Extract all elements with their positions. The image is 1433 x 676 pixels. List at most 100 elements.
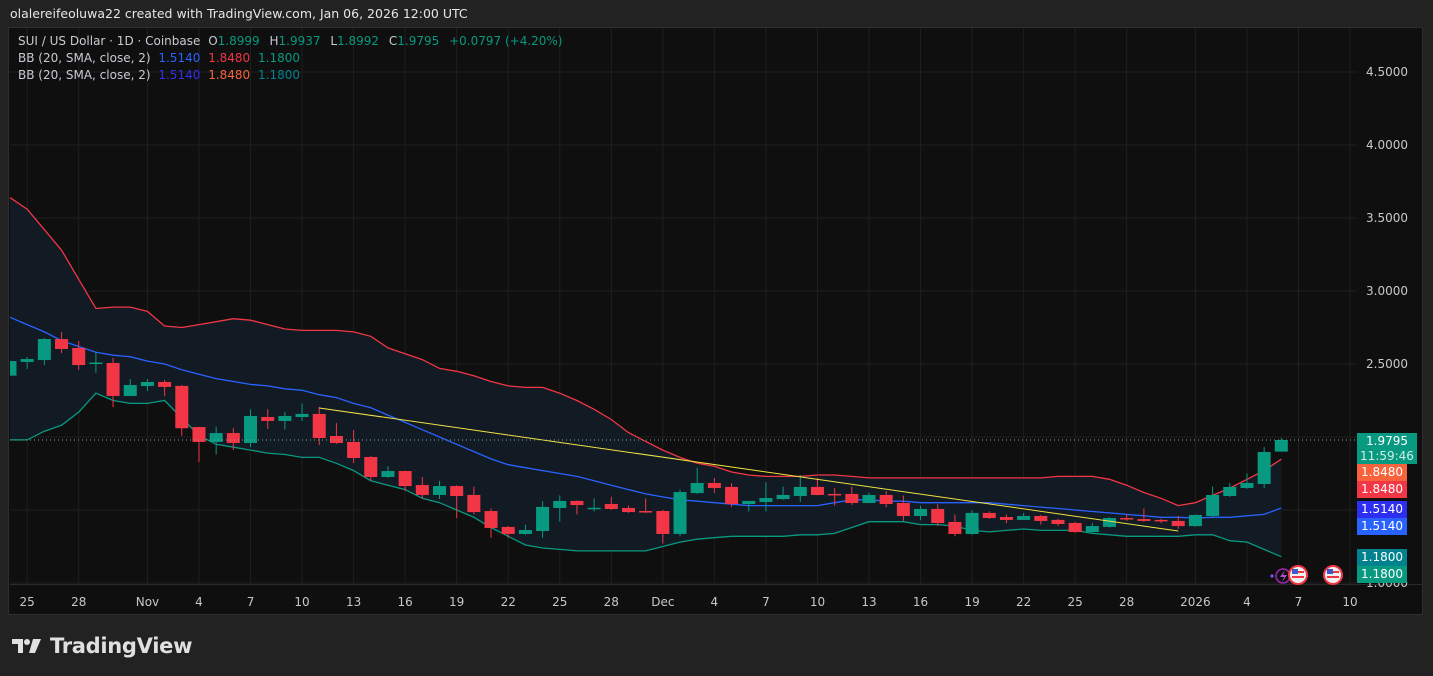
lightning-icon-bolt [1280,570,1287,582]
candle-body [415,485,429,495]
candle-body [226,433,240,443]
candle-body [1120,518,1134,520]
candle-body [536,506,550,532]
candle-body [140,381,154,387]
candle-body [742,500,756,505]
candle-body [1171,520,1185,527]
low-value: 1.8992 [337,34,380,48]
candle-body [55,339,69,349]
time-tick-label: 10 [1342,595,1357,609]
candle-body [656,511,670,534]
candle-body [467,494,481,513]
candle-body [879,494,893,505]
bb-basis-value: 1.5140 [158,51,201,65]
tradingview-logo[interactable]: TradingView [12,634,192,658]
time-tick-label: 4 [1243,595,1251,609]
high-value: 1.9937 [278,34,321,48]
candle-body [1257,452,1271,485]
candle-body [20,359,34,362]
time-tick-label: 19 [964,595,979,609]
candle-body [896,502,910,516]
candle-body [329,435,343,443]
indicator-name[interactable]: BB (20, SMA, close, 2) [18,51,151,65]
time-tick-label: 13 [861,595,876,609]
indicator-legend-bb-1[interactable]: BB (20, SMA, close, 2) 1.5140 1.8480 1.1… [18,51,304,65]
event-markers [1270,565,1343,585]
bb-lower-value: 1.1800 [258,68,301,82]
candle-body [914,508,928,516]
candle-body [1188,514,1202,527]
bar-countdown: 11:59:46 [1360,449,1414,463]
candle-body [707,482,721,488]
indicator-name[interactable]: BB (20, SMA, close, 2) [18,68,151,82]
time-tick-label: 28 [71,595,86,609]
bb-lower-value: 1.1800 [258,51,301,65]
us-flag-stripe [1327,576,1339,578]
candle [10,361,17,376]
candle-body [587,507,601,510]
candle-body [1034,515,1048,521]
time-tick-label: 16 [397,595,412,609]
bb-upper-badge-2: 1.8480 [1357,464,1407,481]
candle-body [1068,522,1082,533]
lightning-icon [1270,568,1291,584]
candle-body [673,492,687,534]
candlestick-chart[interactable]: 4.50004.00003.50003.00002.50001.0000 25 2… [0,0,1433,676]
candle-body [639,511,653,513]
time-tick-label: 7 [247,595,255,609]
candle-body [312,413,326,439]
price-tick-label: 3.5000 [1366,211,1408,225]
bb-basis-value: 1.5140 [158,68,201,82]
bb-lower-badge-2: 1.1800 [1357,549,1407,566]
candle-body [158,381,172,387]
candle-body [1137,519,1151,521]
symbol-title[interactable]: SUI / US Dollar · 1D · Coinbase [18,34,200,48]
time-tick-label: 4 [711,595,719,609]
price-tick-label: 4.0000 [1366,138,1408,152]
candle-body [1240,482,1254,488]
us-flag-canton [1292,569,1298,574]
price-tick-label: 2.5000 [1366,357,1408,371]
candle-body [433,486,446,495]
time-tick-label: 22 [1016,595,1031,609]
candle-body [518,530,532,534]
candle-body [244,415,258,443]
last-price-badge: 1.9795 11:59:46 [1357,433,1417,464]
time-tick-label: 2026 [1180,595,1211,609]
candle-body [1223,486,1237,496]
candle-body [89,362,103,365]
candle-body [278,415,292,421]
open-value: 1.8999 [217,34,260,48]
candle-body [810,486,824,495]
candle [1103,517,1117,528]
us-flag-icon [1323,565,1343,585]
candle-body [1085,526,1099,533]
candle-body [175,385,189,429]
price-tick-label: 4.5000 [1366,65,1408,79]
price-tick-label: 3.0000 [1366,284,1408,298]
candle-body [1103,518,1117,527]
candle [1274,437,1288,452]
bb-basis-badge-2: 1.5140 [1357,501,1407,518]
candle-body [776,494,790,500]
candle-body [845,493,859,503]
candle [1257,447,1271,489]
candle-body [123,385,137,396]
candle-body [862,494,876,503]
us-flag-icon [1288,565,1308,585]
candle-body [999,517,1013,520]
candle-body [982,512,996,519]
time-tick-label: 25 [20,595,35,609]
candle-body [484,511,498,528]
candle-body [501,526,515,534]
candle-body [1206,494,1220,516]
close-label: C [388,34,398,48]
us-flag-stripe [1292,576,1304,578]
candle-body [106,362,120,396]
symbol-legend: SUI / US Dollar · 1D · Coinbase O1.8999 … [18,34,567,48]
indicator-legend-bb-2[interactable]: BB (20, SMA, close, 2) 1.5140 1.8480 1.1… [18,68,304,82]
candle-body [690,482,704,494]
candle-body [364,457,378,478]
tradingview-logo-icon [12,639,41,653]
candle-body [72,347,86,366]
